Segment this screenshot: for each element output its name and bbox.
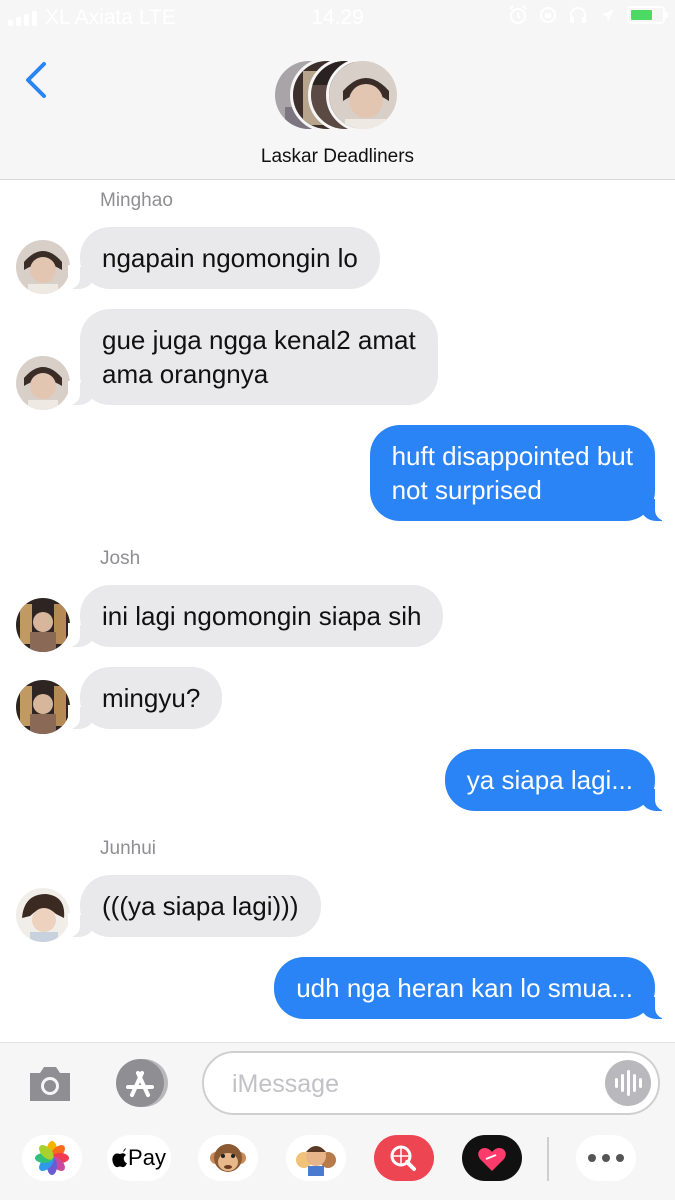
group-name[interactable]: Laskar Deadliners <box>0 146 675 168</box>
outgoing-message-bubble[interactable]: huft disappointed but not surprised <box>369 425 668 521</box>
conversation-header: XL Axiata LTE 14.29 Laskar Deadliners <box>0 0 675 180</box>
location-icon <box>597 4 619 26</box>
back-button[interactable] <box>20 58 54 102</box>
incoming-message-bubble[interactable]: ngapain ngomongin lo <box>68 227 380 289</box>
message-text: mingyu? <box>102 683 201 713</box>
app-drawer: Pay <box>0 1135 675 1195</box>
message-text-line: gue juga ngga kenal2 amat <box>102 325 416 355</box>
alarm-icon <box>507 4 529 26</box>
message-text-line: huft disappointed but <box>391 441 633 471</box>
photos-app-icon[interactable] <box>22 1135 82 1181</box>
sender-avatar[interactable] <box>16 680 70 734</box>
sender-name: Josh <box>100 548 141 569</box>
message-text: ini lagi ngomongin siapa sih <box>102 601 422 631</box>
web-search-app-icon[interactable] <box>374 1135 434 1181</box>
imessage-input[interactable]: iMessage <box>202 1051 660 1115</box>
orientation-lock-icon <box>537 4 559 26</box>
incoming-message-bubble[interactable]: (((ya siapa lagi))) <box>68 875 321 937</box>
apple-pay-label: Pay <box>128 1145 166 1170</box>
sender-avatar[interactable] <box>16 240 70 294</box>
message-text: ngapain ngomongin lo <box>102 243 358 273</box>
sender-name: Junhui <box>100 838 156 859</box>
compose-bar: iMessage Pay <box>0 1042 675 1200</box>
sender-name: Minghao <box>100 190 173 211</box>
status-bar: XL Axiata LTE 14.29 <box>0 0 675 36</box>
camera-icon <box>30 1067 70 1101</box>
apple-logo-icon <box>112 1148 128 1168</box>
message-text: (((ya siapa lagi))) <box>102 891 299 921</box>
group-member-avatar <box>326 58 400 132</box>
outgoing-message-bubble[interactable]: ya siapa lagi... <box>444 749 668 811</box>
incoming-message-bubble[interactable]: ini lagi ngomongin siapa sih <box>67 585 444 647</box>
outgoing-message-bubble[interactable]: udh nga heran kan lo smua... <box>274 957 667 1019</box>
memoji-app-icon[interactable] <box>286 1135 346 1181</box>
message-text-line: ama orangnya <box>102 359 269 389</box>
sender-avatar[interactable] <box>16 888 70 942</box>
audio-record-button[interactable] <box>605 1060 651 1106</box>
camera-button[interactable] <box>26 1063 74 1105</box>
incoming-message-bubble[interactable]: gue juga ngga kenal2 amat ama orangnya <box>68 309 438 405</box>
incoming-message-bubble[interactable]: mingyu? <box>67 667 223 729</box>
sender-avatar[interactable] <box>16 598 70 652</box>
app-store-icon <box>116 1059 168 1107</box>
status-right <box>507 4 668 26</box>
digital-touch-app-icon[interactable] <box>462 1135 522 1181</box>
message-text-line: not surprised <box>391 475 542 505</box>
message-text: udh nga heran kan lo smua... <box>296 973 633 1003</box>
group-avatar-stack[interactable] <box>272 58 404 134</box>
animoji-app-icon[interactable] <box>198 1135 258 1181</box>
message-text: ya siapa lagi... <box>466 765 633 795</box>
battery-icon <box>627 6 668 24</box>
input-placeholder: iMessage <box>232 1070 339 1098</box>
apple-pay-app-icon[interactable]: Pay <box>107 1135 171 1181</box>
headphones-icon <box>567 4 589 26</box>
drawer-divider <box>547 1137 549 1181</box>
sender-avatar[interactable] <box>16 356 70 410</box>
app-store-button[interactable] <box>112 1057 172 1109</box>
more-apps-icon[interactable] <box>576 1135 636 1181</box>
